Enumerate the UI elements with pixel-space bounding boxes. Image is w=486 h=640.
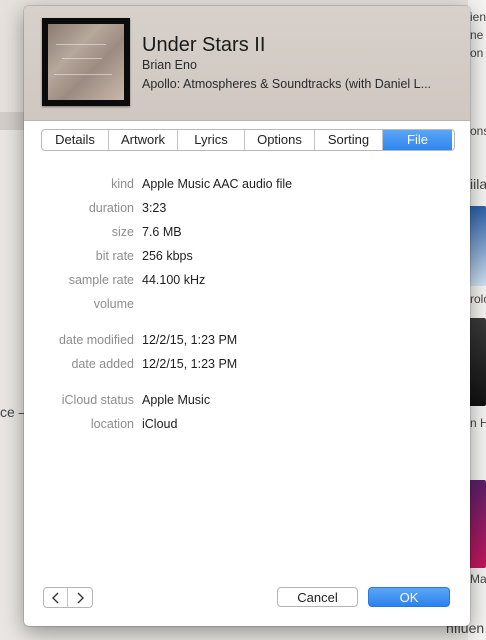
- chevron-left-icon: [51, 592, 58, 603]
- track-navigation: [43, 587, 93, 608]
- info-row-date-added: date added 12/2/15, 1:23 PM: [24, 357, 470, 377]
- tab-file[interactable]: File: [383, 130, 452, 150]
- background-text-fragment: on: [470, 46, 484, 60]
- tab-artwork[interactable]: Artwork: [109, 130, 178, 150]
- info-value: Apple Music: [142, 393, 211, 407]
- info-value: 256 kbps: [142, 249, 193, 263]
- album-artwork: [42, 18, 130, 106]
- chevron-right-icon: [77, 592, 84, 603]
- background-album-thumbnail[interactable]: [468, 318, 486, 406]
- info-row-size: size 7.6 MB: [24, 225, 470, 245]
- next-track-button[interactable]: [68, 588, 92, 607]
- background-text-fragment: ce –: [0, 404, 27, 420]
- background-text-fragment: rolo: [470, 292, 486, 306]
- ok-button[interactable]: OK: [368, 587, 450, 607]
- info-label: iCloud status: [61, 393, 134, 407]
- background-text-fragment: Ma: [470, 572, 486, 586]
- tab-lyrics[interactable]: Lyrics: [178, 130, 245, 150]
- background-text-fragment: n H: [470, 416, 486, 430]
- info-label: volume: [93, 297, 134, 311]
- info-label: size: [111, 225, 134, 239]
- info-row-location: location iCloud: [24, 417, 470, 437]
- info-value: iCloud: [142, 417, 178, 431]
- info-label: date modified: [58, 333, 134, 347]
- info-value: 12/2/15, 1:23 PM: [142, 333, 238, 347]
- background-text-fragment: ne: [470, 28, 484, 42]
- info-row-icloud-status: iCloud status Apple Music: [24, 393, 470, 413]
- info-row-kind: kind Apple Music AAC audio file: [24, 177, 470, 197]
- artist-name: Brian Eno: [142, 58, 197, 72]
- info-value: 12/2/15, 1:23 PM: [142, 357, 238, 371]
- tab-bar: Details Artwork Lyrics Options Sorting F…: [41, 129, 455, 151]
- info-value: 7.6 MB: [142, 225, 182, 239]
- tab-details[interactable]: Details: [42, 130, 109, 150]
- tab-options[interactable]: Options: [245, 130, 315, 150]
- info-value: Apple Music AAC audio file: [142, 177, 293, 191]
- info-label: sample rate: [68, 273, 134, 287]
- song-title: Under Stars II: [142, 34, 266, 56]
- dialog-header: Under Stars II Brian Eno Apollo: Atmosph…: [24, 6, 470, 121]
- info-row-sample-rate: sample rate 44.100 kHz: [24, 273, 470, 293]
- previous-track-button[interactable]: [44, 588, 68, 607]
- album-name: Apollo: Atmospheres & Soundtracks (with …: [142, 77, 432, 91]
- info-row-date-modified: date modified 12/2/15, 1:23 PM: [24, 333, 470, 353]
- info-label: kind: [111, 177, 134, 191]
- background-text-fragment: ons: [470, 124, 486, 138]
- background-text-fragment: iila: [470, 176, 486, 192]
- info-label: bit rate: [95, 249, 134, 263]
- info-value: 3:23: [142, 201, 167, 215]
- background-text-fragment: ien: [470, 10, 486, 24]
- info-value: 44.100 kHz: [142, 273, 206, 287]
- tab-sorting[interactable]: Sorting: [315, 130, 383, 150]
- cancel-button[interactable]: Cancel: [277, 587, 358, 607]
- song-info-dialog: Under Stars II Brian Eno Apollo: Atmosph…: [24, 6, 470, 626]
- background-album-thumbnail[interactable]: [468, 480, 486, 568]
- info-row-bit-rate: bit rate 256 kbps: [24, 249, 470, 269]
- info-label: date added: [71, 357, 134, 371]
- info-row-duration: duration 3:23: [24, 201, 470, 221]
- background-album-thumbnail[interactable]: [468, 206, 486, 286]
- info-label: location: [90, 417, 134, 431]
- info-label: duration: [88, 201, 134, 215]
- info-row-volume: volume: [24, 297, 470, 317]
